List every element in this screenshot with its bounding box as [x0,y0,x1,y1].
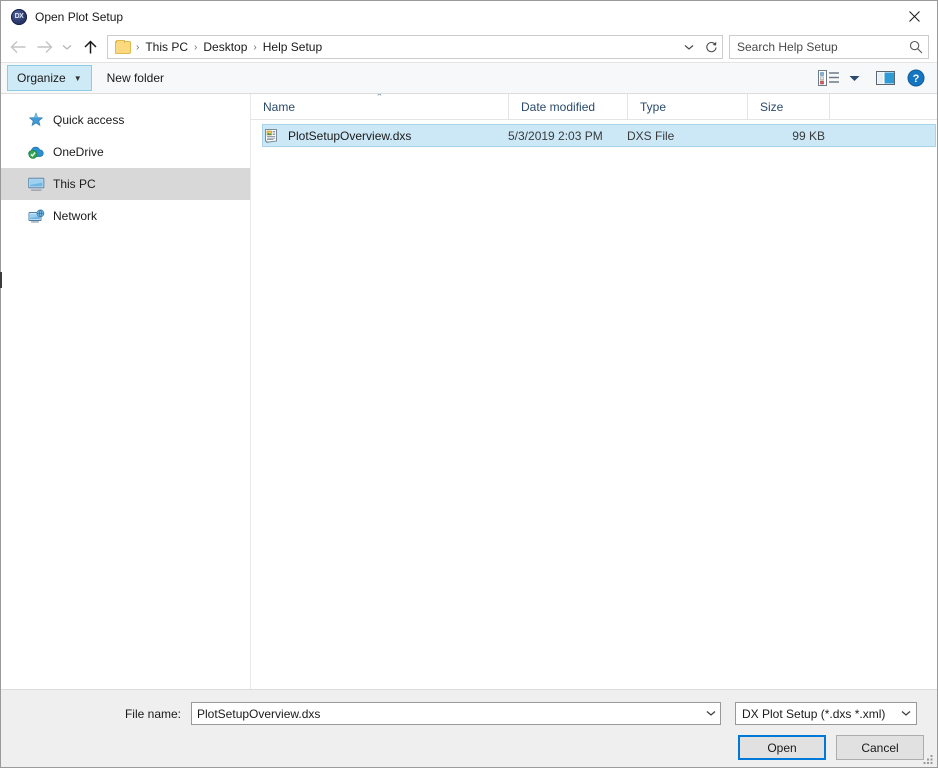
network-icon [27,208,45,224]
chevron-down-icon [849,75,860,81]
file-name-row: File name: DX Plot Setup (*.dxs *.xml) [13,702,925,725]
preview-pane-icon [876,71,895,85]
file-size-cell: 99 KB [792,128,825,143]
cancel-button-label: Cancel [861,740,899,755]
help-icon: ? [907,69,925,87]
view-mode-dropdown-button[interactable] [845,65,870,91]
column-header-type[interactable]: Type [628,94,748,119]
forward-arrow-icon [37,41,52,53]
file-rows: PlotSetupOverview.dxs 5/3/2019 2:03 PM D… [251,120,937,689]
up-button[interactable] [77,34,103,60]
resize-grip[interactable] [922,752,934,764]
open-file-dialog: DX Open Plot Setup › This PC › Desktop ›… [0,0,938,768]
dx-app-icon: DX [11,8,27,25]
dxs-document-icon [264,128,280,144]
help-button[interactable]: ? [901,65,931,91]
column-header-label: Size [760,99,784,114]
breadcrumb-item-1[interactable]: Desktop [198,36,252,58]
column-header-label: Type [640,99,667,114]
refresh-icon [705,41,717,52]
sidebar-item-this-pc[interactable]: This PC [1,168,250,200]
file-name-label: File name: [124,706,181,721]
title-bar: DX Open Plot Setup [1,1,937,32]
organize-label: Organize [17,71,66,85]
window-title: Open Plot Setup [35,9,124,24]
column-headers: ⌃ Name Date modified Type Size [251,94,937,120]
table-row[interactable]: PlotSetupOverview.dxs 5/3/2019 2:03 PM D… [262,124,936,147]
toolbar-right-group: ? [811,65,931,91]
back-button[interactable] [5,34,31,60]
column-header-label: Date modified [521,99,596,114]
edge-artifact [0,272,2,288]
up-arrow-icon [83,39,97,53]
chevron-down-icon [62,44,72,50]
chevron-down-icon [901,711,911,716]
star-icon [27,112,45,128]
file-date-cell: 5/3/2019 2:03 PM [508,128,603,143]
open-button[interactable]: Open [738,735,826,760]
sort-ascending-icon: ⌃ [375,94,384,102]
chevron-down-icon [706,711,716,716]
file-name-field[interactable] [191,702,721,725]
sidebar-item-quick-access[interactable]: Quick access [1,104,250,136]
breadcrumb-item-2[interactable]: Help Setup [258,36,327,58]
new-folder-label: New folder [106,71,164,85]
view-mode-button[interactable] [811,65,845,91]
forward-button[interactable] [31,34,57,60]
computer-icon [27,176,45,192]
new-folder-button[interactable]: New folder [96,65,175,91]
breadcrumb-dropdown-button[interactable] [678,36,700,58]
dialog-buttons: Open Cancel [13,735,925,760]
column-header-label: Name [263,99,296,114]
column-header-size[interactable]: Size [748,94,830,119]
close-icon [908,11,920,22]
column-header-filler [830,94,937,119]
onedrive-cloud-icon [27,144,45,160]
sidebar-item-onedrive[interactable]: OneDrive [1,136,250,168]
chevron-down-icon: ▼ [73,73,82,83]
back-arrow-icon [10,41,25,53]
dialog-footer: File name: DX Plot Setup (*.dxs *.xml) [1,689,937,767]
file-name-text: PlotSetupOverview.dxs [288,128,412,143]
navigation-sidebar: Quick access OneDrive This PC Network [0,94,251,689]
search-box[interactable] [729,35,929,59]
folder-icon [115,39,131,54]
breadcrumb-item-0[interactable]: This PC [140,36,193,58]
open-button-label: Open [767,740,797,755]
close-button[interactable] [891,1,937,32]
sidebar-item-label: Network [53,209,98,223]
column-header-name[interactable]: ⌃ Name [251,94,509,119]
file-type-cell: DXS File [627,128,675,143]
sidebar-item-label: OneDrive [53,145,104,159]
dialog-body: Quick access OneDrive This PC Network ⌃ … [0,94,937,689]
preview-pane-button[interactable] [870,65,901,91]
file-type-value: DX Plot Setup (*.dxs *.xml) [742,706,886,721]
refresh-button[interactable] [700,36,722,58]
file-name-cell: PlotSetupOverview.dxs [263,128,508,144]
navigation-bar: › This PC › Desktop › Help Setup [1,32,937,62]
search-icon [904,40,928,54]
chevron-down-icon [684,44,694,50]
sidebar-item-network[interactable]: Network [1,200,250,232]
view-mode-icon [818,70,839,86]
file-name-input[interactable] [192,706,702,721]
file-type-dropdown-icon [896,710,916,717]
recent-locations-button[interactable] [57,34,77,60]
sidebar-item-label: Quick access [53,113,125,127]
breadcrumb[interactable]: › This PC › Desktop › Help Setup [107,35,723,59]
organize-button[interactable]: Organize ▼ [7,65,92,91]
search-input[interactable] [730,40,904,54]
column-header-date-modified[interactable]: Date modified [509,94,628,119]
svg-text:?: ? [913,73,920,85]
command-toolbar: Organize ▼ New folder ? [1,62,937,94]
file-name-dropdown-button[interactable] [702,710,720,717]
file-list-view: ⌃ Name Date modified Type Size PlotSetup… [251,94,937,689]
cancel-button[interactable]: Cancel [836,735,924,760]
file-type-select[interactable]: DX Plot Setup (*.dxs *.xml) [735,702,917,725]
sidebar-item-label: This PC [53,177,96,191]
dx-app-icon-text: DX [14,13,24,20]
